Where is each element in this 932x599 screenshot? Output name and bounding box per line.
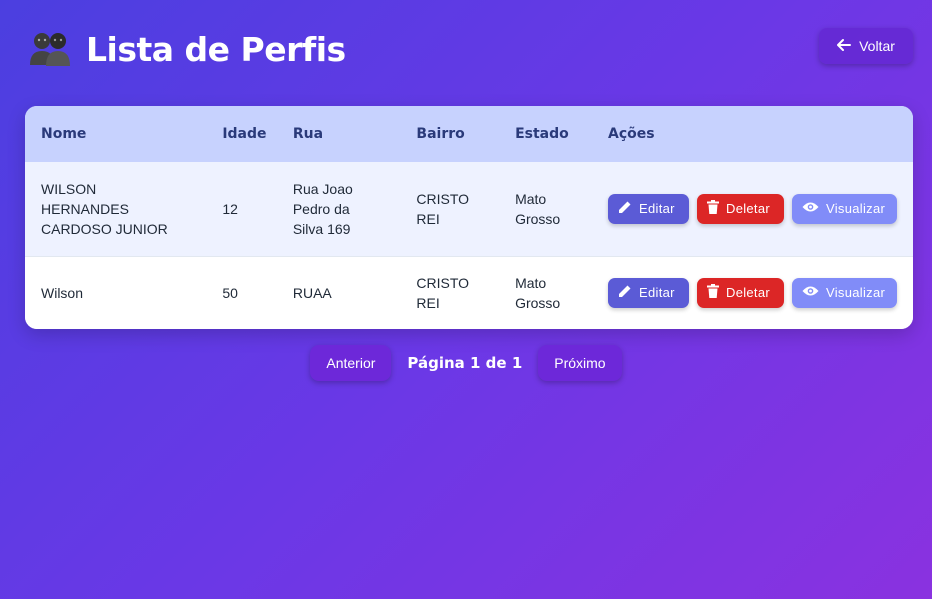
view-button-label: Visualizar xyxy=(826,201,886,217)
cell-rua: RUAA xyxy=(292,284,332,301)
edit-button-label: Editar xyxy=(639,201,675,217)
row-actions: Editar Deletar Visualizar xyxy=(608,193,913,224)
view-button[interactable]: Visualizar xyxy=(792,277,897,308)
eye-icon xyxy=(802,201,819,216)
cell-acoes: Editar Deletar Visualizar xyxy=(592,256,913,329)
edit-button[interactable]: Editar xyxy=(608,277,689,308)
trash-icon xyxy=(707,284,719,301)
eye-icon xyxy=(802,285,819,300)
column-header-acoes: Ações xyxy=(608,126,655,142)
column-header-idade: Idade xyxy=(222,126,267,142)
column-header-rua: Rua xyxy=(292,126,324,142)
delete-button-label: Deletar xyxy=(726,285,771,301)
table-header-row: Nome Idade Rua Bairro Estado Ações xyxy=(25,106,913,162)
profiles-table-card: Nome Idade Rua Bairro Estado Ações WILSO… xyxy=(25,106,913,329)
cell-bairro: CRISTO REI xyxy=(416,190,470,227)
trash-icon xyxy=(707,200,719,217)
page-info: Página 1 de 1 xyxy=(407,354,523,372)
prev-page-button[interactable]: Anterior xyxy=(310,345,392,381)
cell-rua: Rua Joao Pedro da Silva 169 xyxy=(292,180,353,237)
cell-estado: Mato Grosso xyxy=(515,274,561,311)
cell-idade: 50 xyxy=(222,284,238,301)
page-title: Lista de Perfis xyxy=(86,29,346,69)
view-button-label: Visualizar xyxy=(826,285,886,301)
next-page-button[interactable]: Próximo xyxy=(538,345,622,381)
cell-acoes: Editar Deletar Visualizar xyxy=(592,162,913,256)
column-header-nome: Nome xyxy=(41,126,87,142)
profiles-table: Nome Idade Rua Bairro Estado Ações WILSO… xyxy=(25,106,913,329)
page-header: Lista de Perfis Voltar xyxy=(28,26,913,72)
table-row: Wilson 50 RUAA CRISTO REI Mato Grosso Ed… xyxy=(25,256,913,329)
delete-button[interactable]: Deletar xyxy=(697,193,784,224)
delete-button-label: Deletar xyxy=(726,201,771,217)
cell-bairro: CRISTO REI xyxy=(416,274,470,311)
edit-button-label: Editar xyxy=(639,285,675,301)
back-button-label: Voltar xyxy=(859,38,895,54)
cell-estado: Mato Grosso xyxy=(515,190,561,227)
cell-idade: 12 xyxy=(222,200,238,217)
back-button[interactable]: Voltar xyxy=(819,28,913,64)
table-row: WILSON HERNANDES CARDOSO JUNIOR 12 Rua J… xyxy=(25,162,913,256)
row-actions: Editar Deletar Visualizar xyxy=(608,277,913,308)
title-wrap: Lista de Perfis xyxy=(28,29,346,69)
pagination: Anterior Página 1 de 1 Próximo xyxy=(0,345,932,381)
view-button[interactable]: Visualizar xyxy=(792,193,897,224)
column-header-bairro: Bairro xyxy=(416,126,465,142)
delete-button[interactable]: Deletar xyxy=(697,277,784,308)
edit-button[interactable]: Editar xyxy=(608,193,689,224)
arrow-left-icon xyxy=(837,38,852,55)
column-header-estado: Estado xyxy=(515,126,569,142)
cell-nome: WILSON HERNANDES CARDOSO JUNIOR xyxy=(41,180,168,237)
pencil-icon xyxy=(618,284,632,301)
cell-nome: Wilson xyxy=(41,284,84,301)
users-icon xyxy=(28,29,72,69)
pencil-icon xyxy=(618,200,632,217)
